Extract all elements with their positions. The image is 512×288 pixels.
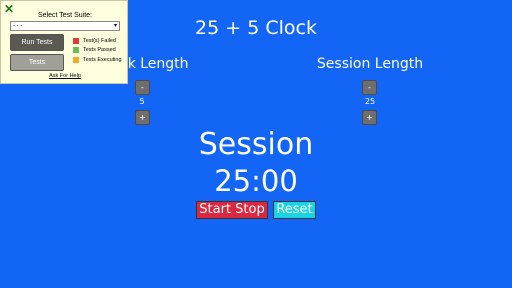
test-suite-select-value: - - -	[13, 23, 23, 29]
break-increment-button[interactable]: +	[135, 110, 150, 125]
break-decrement-button[interactable]: -	[135, 80, 150, 95]
legend-item-passed: Tests Passed	[73, 46, 116, 54]
chevron-down-icon: ▾	[113, 23, 117, 29]
start-stop-button[interactable]: Start Stop	[196, 201, 268, 219]
test-panel-title: Select Test Suite:	[38, 12, 92, 19]
reset-button[interactable]: Reset	[273, 201, 316, 219]
session-increment-button[interactable]: +	[362, 110, 377, 125]
test-suite-select[interactable]: - - - ▾	[10, 21, 120, 31]
run-tests-button[interactable]: Run Tests	[10, 34, 64, 51]
executing-swatch-icon	[73, 56, 79, 63]
passed-swatch-icon	[73, 46, 79, 53]
legend-item-executing: Tests Executing	[73, 56, 122, 64]
tests-button[interactable]: Tests	[10, 54, 64, 71]
session-label: Session Length	[316, 56, 424, 72]
legend-item-failed: Test(s) Failed	[73, 37, 116, 45]
legend-label-passed: Tests Passed	[83, 47, 116, 53]
time-left: 25:00	[214, 164, 298, 198]
timer-label: Session	[198, 127, 314, 162]
test-panel: ✕ Select Test Suite: - - - ▾ Run Tests T…	[0, 0, 128, 84]
session-length-value: 25	[364, 97, 376, 106]
break-length-value: 5	[139, 97, 145, 106]
legend-label-executing: Tests Executing	[83, 57, 122, 63]
failed-swatch-icon	[73, 37, 79, 44]
legend-label-failed: Test(s) Failed	[83, 38, 117, 44]
ask-for-help-link[interactable]: Ask For Help	[1, 73, 129, 79]
session-decrement-button[interactable]: -	[362, 80, 377, 95]
